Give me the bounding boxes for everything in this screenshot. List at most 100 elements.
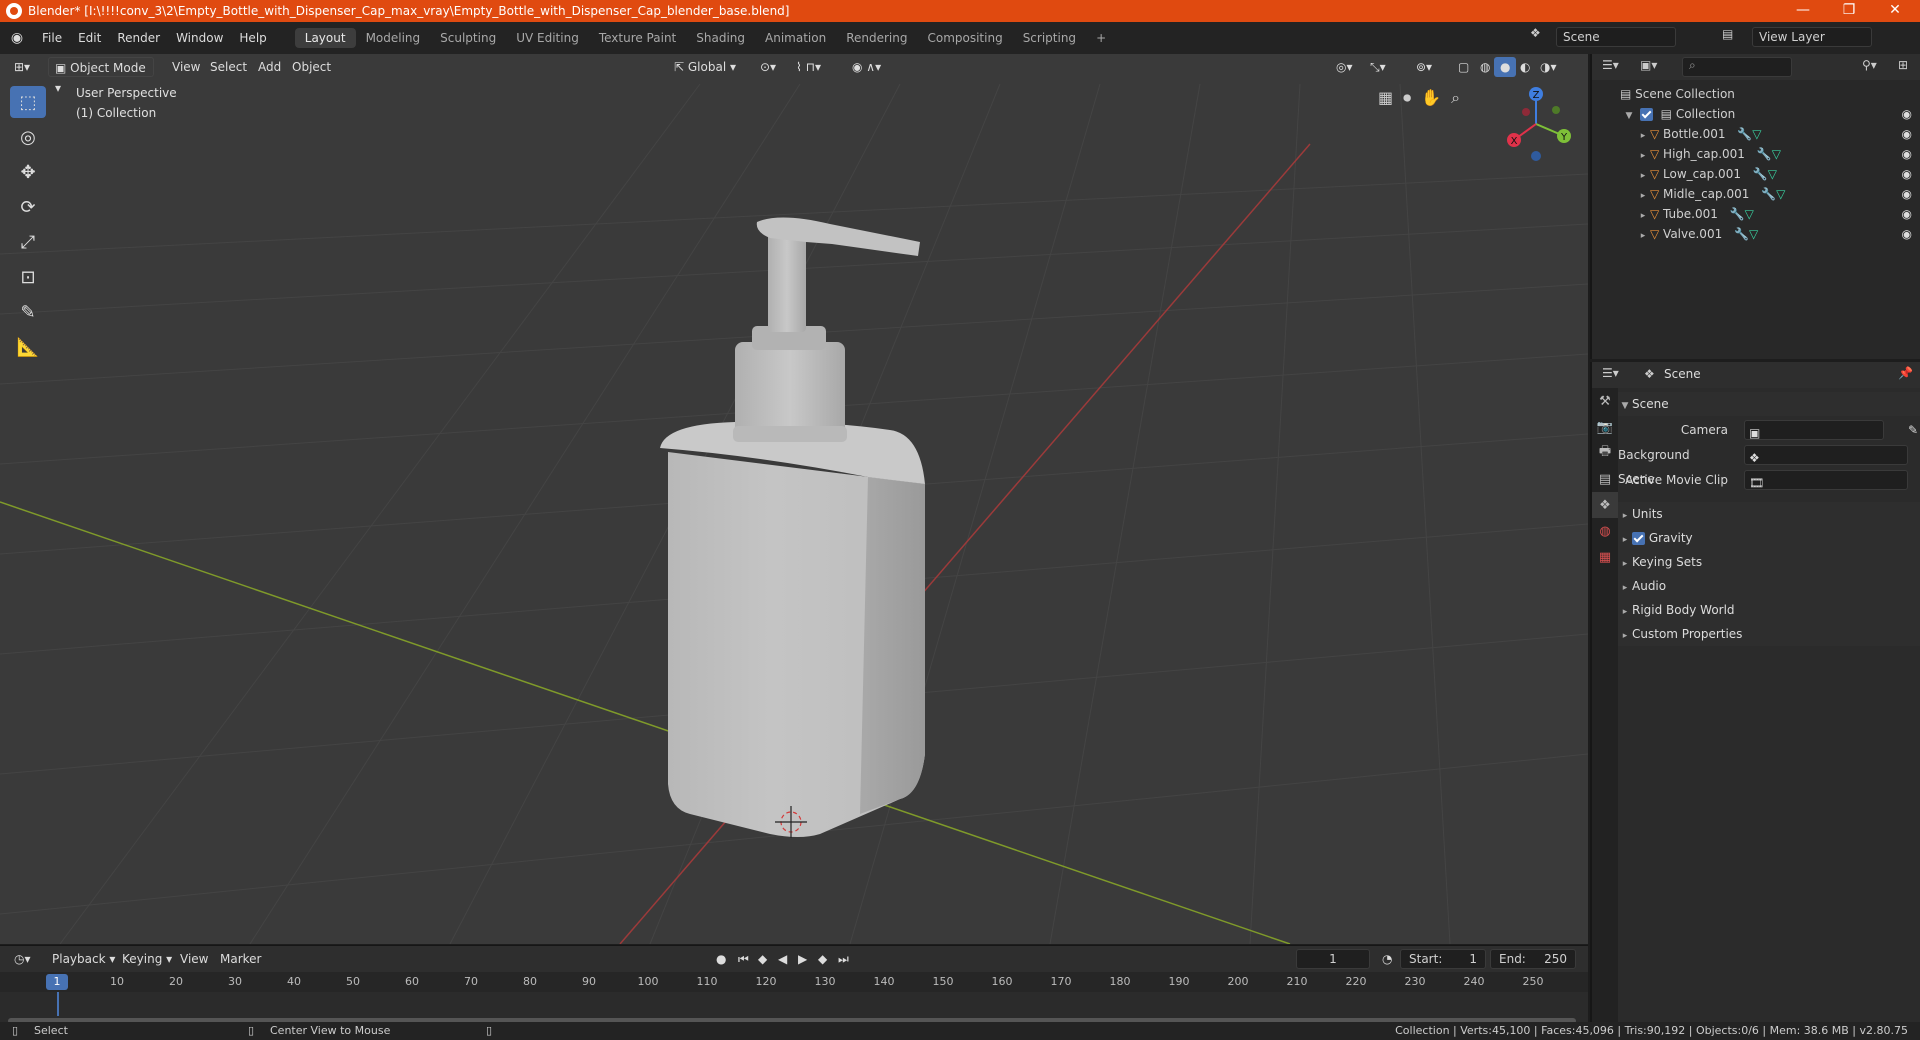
tool-tab-icon[interactable]: ⚒ <box>1592 388 1618 414</box>
minimize-button[interactable]: — <box>1780 0 1826 22</box>
view-layer-tab-icon[interactable]: ▤ <box>1592 466 1618 492</box>
3d-viewport[interactable]: ⊞▾ ▣ Object Mode ▾ View Select Add Objec… <box>0 54 1588 944</box>
gravity-section[interactable]: ▸ Gravity <box>1618 526 1920 550</box>
next-keyframe-button[interactable]: ◆ <box>812 949 833 969</box>
rotate-tool-icon[interactable]: ⟳ <box>10 191 46 223</box>
modifier-wrench-icon[interactable]: 🔧 <box>1761 187 1776 201</box>
scene-browse-icon[interactable]: ❖ <box>1530 26 1554 40</box>
audio-section[interactable]: ▸ Audio <box>1618 574 1920 598</box>
tab-texture-paint[interactable]: Texture Paint <box>589 28 686 48</box>
tab-modeling[interactable]: Modeling <box>356 28 431 48</box>
modifier-wrench-icon[interactable]: 🔧 <box>1737 127 1752 141</box>
move-tool-icon[interactable]: ✥ <box>10 156 46 188</box>
end-frame-field[interactable]: End: 250 <box>1490 949 1576 969</box>
tab-scripting[interactable]: Scripting <box>1013 28 1086 48</box>
marker-menu[interactable]: Marker <box>214 949 267 969</box>
visibility-eye-icon[interactable]: ◉ <box>1902 184 1912 204</box>
grid-view-icon[interactable]: ▦ <box>1378 88 1393 108</box>
camera-view-icon[interactable]: ⏺ <box>1403 88 1411 108</box>
scene-name-field[interactable]: Scene <box>1556 27 1676 47</box>
jump-end-button[interactable]: ⏭ <box>832 949 855 969</box>
outliner-row-object[interactable]: ▸ ▽ Midle_cap.001 🔧▽ ◉ <box>1592 184 1920 204</box>
timeline-track-area[interactable] <box>0 992 1588 1016</box>
scene-panel-header[interactable]: ▼ Scene <box>1618 392 1920 416</box>
tab-layout[interactable]: Layout <box>294 28 356 48</box>
tab-uv-editing[interactable]: UV Editing <box>506 28 589 48</box>
viewport-menu-add[interactable]: Add <box>252 57 287 77</box>
prev-keyframe-button[interactable]: ◆ <box>752 949 773 969</box>
tab-shading[interactable]: Shading <box>686 28 755 48</box>
active-movie-clip-field[interactable]: 🎞 <box>1744 470 1908 490</box>
modifier-wrench-icon[interactable]: 🔧 <box>1757 147 1772 161</box>
playback-menu[interactable]: Playback ▾ <box>46 949 121 969</box>
annotate-tool-icon[interactable]: ✎ <box>10 296 46 328</box>
gizmo-toggle-icon[interactable]: ⤡▾ <box>1364 57 1392 77</box>
blender-menu-icon[interactable]: ◉ <box>0 30 34 46</box>
editor-type-button[interactable]: ⊞▾ <box>8 57 36 77</box>
expand-triangle-icon[interactable]: ▼ <box>1622 106 1636 126</box>
timeline-view-menu[interactable]: View <box>174 949 214 969</box>
cursor-tool-icon[interactable]: ◎ <box>10 121 46 153</box>
visibility-eye-icon[interactable]: ◉ <box>1902 224 1912 244</box>
scene-tab-icon[interactable]: ❖ <box>1592 492 1618 518</box>
frame-ruler[interactable]: 1 10 20 30 40 50 60 70 80 90 100 110 120 130 140 150 160… <box>0 972 1588 992</box>
viewport-menu-object[interactable]: Object <box>286 57 337 77</box>
filter-icon[interactable]: ⚲▾ <box>1862 58 1877 72</box>
close-window-button[interactable]: ✕ <box>1872 0 1918 22</box>
outliner-row-object[interactable]: ▸ ▽ Low_cap.001 🔧▽ ◉ <box>1592 164 1920 184</box>
pivot-point-icon[interactable]: ⊙▾ <box>754 57 782 77</box>
scale-tool-icon[interactable]: ⤢ <box>10 226 46 258</box>
current-frame-field[interactable]: 1 <box>1296 949 1370 969</box>
mesh-data-icon[interactable]: ▽ <box>1768 167 1777 181</box>
menu-file[interactable]: File <box>34 31 70 45</box>
tab-animation[interactable]: Animation <box>755 28 836 48</box>
camera-field[interactable]: ▣ <box>1744 420 1884 440</box>
rigid-body-world-section[interactable]: ▸ Rigid Body World <box>1618 598 1920 622</box>
outliner-search-input[interactable]: ⌕ <box>1682 57 1792 77</box>
outliner-row-scene-collection[interactable]: ▤ Scene Collection <box>1592 84 1920 104</box>
navigation-gizmo[interactable]: Z Y X <box>1496 84 1576 164</box>
add-workspace-button[interactable]: + <box>1086 28 1116 48</box>
display-mode-icon[interactable]: ▣▾ <box>1640 58 1657 72</box>
zoom-icon[interactable]: ⌕ <box>1451 88 1460 108</box>
tab-compositing[interactable]: Compositing <box>917 28 1012 48</box>
visibility-icon[interactable]: ◎▾ <box>1330 57 1359 77</box>
mesh-data-icon[interactable]: ▽ <box>1745 207 1754 221</box>
viewport-menu-select[interactable]: Select <box>204 57 253 77</box>
visibility-eye-icon[interactable]: ◉ <box>1902 124 1912 144</box>
play-button[interactable]: ▶ <box>792 949 813 969</box>
mesh-data-icon[interactable]: ▽ <box>1749 227 1758 241</box>
visibility-eye-icon[interactable]: ◉ <box>1902 204 1912 224</box>
gizmo-neg-x[interactable] <box>1522 108 1530 116</box>
background-scene-field[interactable]: ❖ <box>1744 445 1908 465</box>
menu-render[interactable]: Render <box>109 31 168 45</box>
play-reverse-button[interactable]: ◀ <box>772 949 793 969</box>
output-tab-icon[interactable]: 🖶 <box>1592 440 1618 466</box>
new-collection-icon[interactable]: ⊞ <box>1898 58 1908 72</box>
select-box-tool-icon[interactable]: ⬚ <box>10 86 46 118</box>
pan-hand-icon[interactable]: ✋ <box>1421 88 1441 108</box>
transform-orientation-dropdown[interactable]: ⇱ Global ▾ <box>668 57 742 77</box>
pin-icon[interactable]: 📌 <box>1898 366 1913 380</box>
outliner-editor-type-icon[interactable]: ☰▾ <box>1602 58 1619 72</box>
overlays-icon[interactable]: ⊚▾ <box>1410 57 1438 77</box>
tab-rendering[interactable]: Rendering <box>836 28 917 48</box>
gizmo-neg-z[interactable] <box>1531 151 1541 161</box>
playhead-frame-label[interactable]: 1 <box>46 974 68 990</box>
object-mode-dropdown[interactable]: ▣ Object Mode ▾ <box>48 57 154 95</box>
world-tab-icon[interactable]: ◍ <box>1592 518 1618 544</box>
keying-sets-section[interactable]: ▸ Keying Sets <box>1618 550 1920 574</box>
xray-icon[interactable]: ▢ <box>1452 57 1475 77</box>
record-button[interactable]: ● <box>710 949 732 969</box>
custom-properties-section[interactable]: ▸ Custom Properties <box>1618 622 1920 646</box>
snap-icon[interactable]: ⌇ ⊓▾ <box>790 57 827 77</box>
modifier-wrench-icon[interactable]: 🔧 <box>1730 207 1745 221</box>
mesh-data-icon[interactable]: ▽ <box>1752 127 1761 141</box>
collection-exclude-checkbox[interactable] <box>1639 108 1653 121</box>
keying-menu[interactable]: Keying ▾ <box>116 949 178 969</box>
modifier-wrench-icon[interactable]: 🔧 <box>1734 227 1749 241</box>
timeline-editor-type-icon[interactable]: ◷▾ <box>8 949 37 969</box>
view-layer-browse-icon[interactable]: ▤ <box>1722 27 1733 41</box>
measure-tool-icon[interactable]: 📐 <box>10 331 46 363</box>
menu-window[interactable]: Window <box>168 31 231 45</box>
